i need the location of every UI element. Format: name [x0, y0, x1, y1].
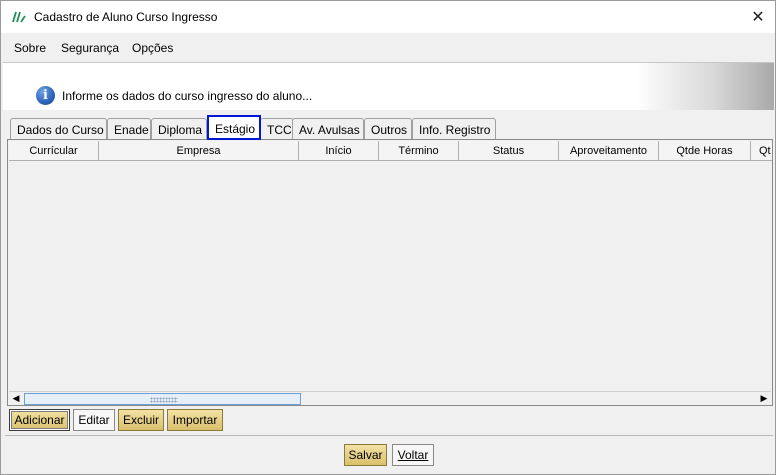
- import-button[interactable]: Importar: [167, 409, 223, 431]
- estagio-table: Currícular Empresa Início Término Status…: [7, 139, 773, 406]
- tab-bar: Dados do Curso Enade Diploma Estágio TCC…: [5, 115, 775, 140]
- tab-outros[interactable]: Outros: [364, 118, 412, 139]
- info-icon: i: [36, 86, 55, 105]
- scroll-right-icon[interactable]: ▶: [757, 392, 771, 405]
- menu-sobre[interactable]: Sobre: [14, 41, 46, 55]
- column-header-qt[interactable]: Qt: [751, 141, 772, 161]
- menu-bar: Sobre Segurança Opções: [1, 35, 775, 61]
- menu-opcoes[interactable]: Opções: [132, 41, 173, 55]
- tab-enade[interactable]: Enade: [107, 118, 151, 139]
- info-panel: i Informe os dados do curso ingresso do …: [3, 62, 774, 110]
- footer-divider: [5, 435, 773, 436]
- close-icon[interactable]: ✕: [745, 5, 771, 29]
- column-header-inicio[interactable]: Início: [299, 141, 379, 161]
- grip-icon: [150, 397, 178, 403]
- horizontal-scrollbar[interactable]: ◀ ▶: [9, 391, 771, 405]
- scroll-left-icon[interactable]: ◀: [9, 392, 23, 405]
- window-title: Cadastro de Aluno Curso Ingresso: [34, 10, 218, 24]
- app-logo-icon: [12, 11, 26, 23]
- tab-av-avulsas[interactable]: Av. Avulsas: [292, 118, 364, 139]
- add-button[interactable]: Adicionar: [9, 409, 70, 431]
- info-message: Informe os dados do curso ingresso do al…: [62, 89, 313, 103]
- column-header-status[interactable]: Status: [459, 141, 559, 161]
- tab-estagio[interactable]: Estágio: [207, 115, 261, 140]
- tab-diploma[interactable]: Diploma: [151, 118, 207, 139]
- save-button[interactable]: Salvar: [344, 444, 387, 466]
- delete-button[interactable]: Excluir: [118, 409, 164, 431]
- column-header-termino[interactable]: Término: [379, 141, 459, 161]
- tab-info-registro[interactable]: Info. Registro: [412, 118, 496, 139]
- edit-button[interactable]: Editar: [73, 409, 115, 431]
- scrollbar-thumb[interactable]: [24, 393, 301, 405]
- menu-seguranca[interactable]: Segurança: [61, 41, 119, 55]
- column-header-curricular[interactable]: Currícular: [9, 141, 99, 161]
- column-header-qtde-horas[interactable]: Qtde Horas: [659, 141, 751, 161]
- column-header-empresa[interactable]: Empresa: [99, 141, 299, 161]
- back-button[interactable]: Voltar: [392, 444, 434, 466]
- tab-dados-do-curso[interactable]: Dados do Curso: [10, 118, 107, 139]
- table-body[interactable]: [8, 161, 772, 391]
- tab-tcc[interactable]: TCC: [260, 118, 294, 139]
- app-window: Cadastro de Aluno Curso Ingresso ✕ Sobre…: [0, 0, 776, 475]
- column-header-aproveitamento[interactable]: Aproveitamento: [559, 141, 659, 161]
- title-bar: Cadastro de Aluno Curso Ingresso ✕: [1, 1, 775, 33]
